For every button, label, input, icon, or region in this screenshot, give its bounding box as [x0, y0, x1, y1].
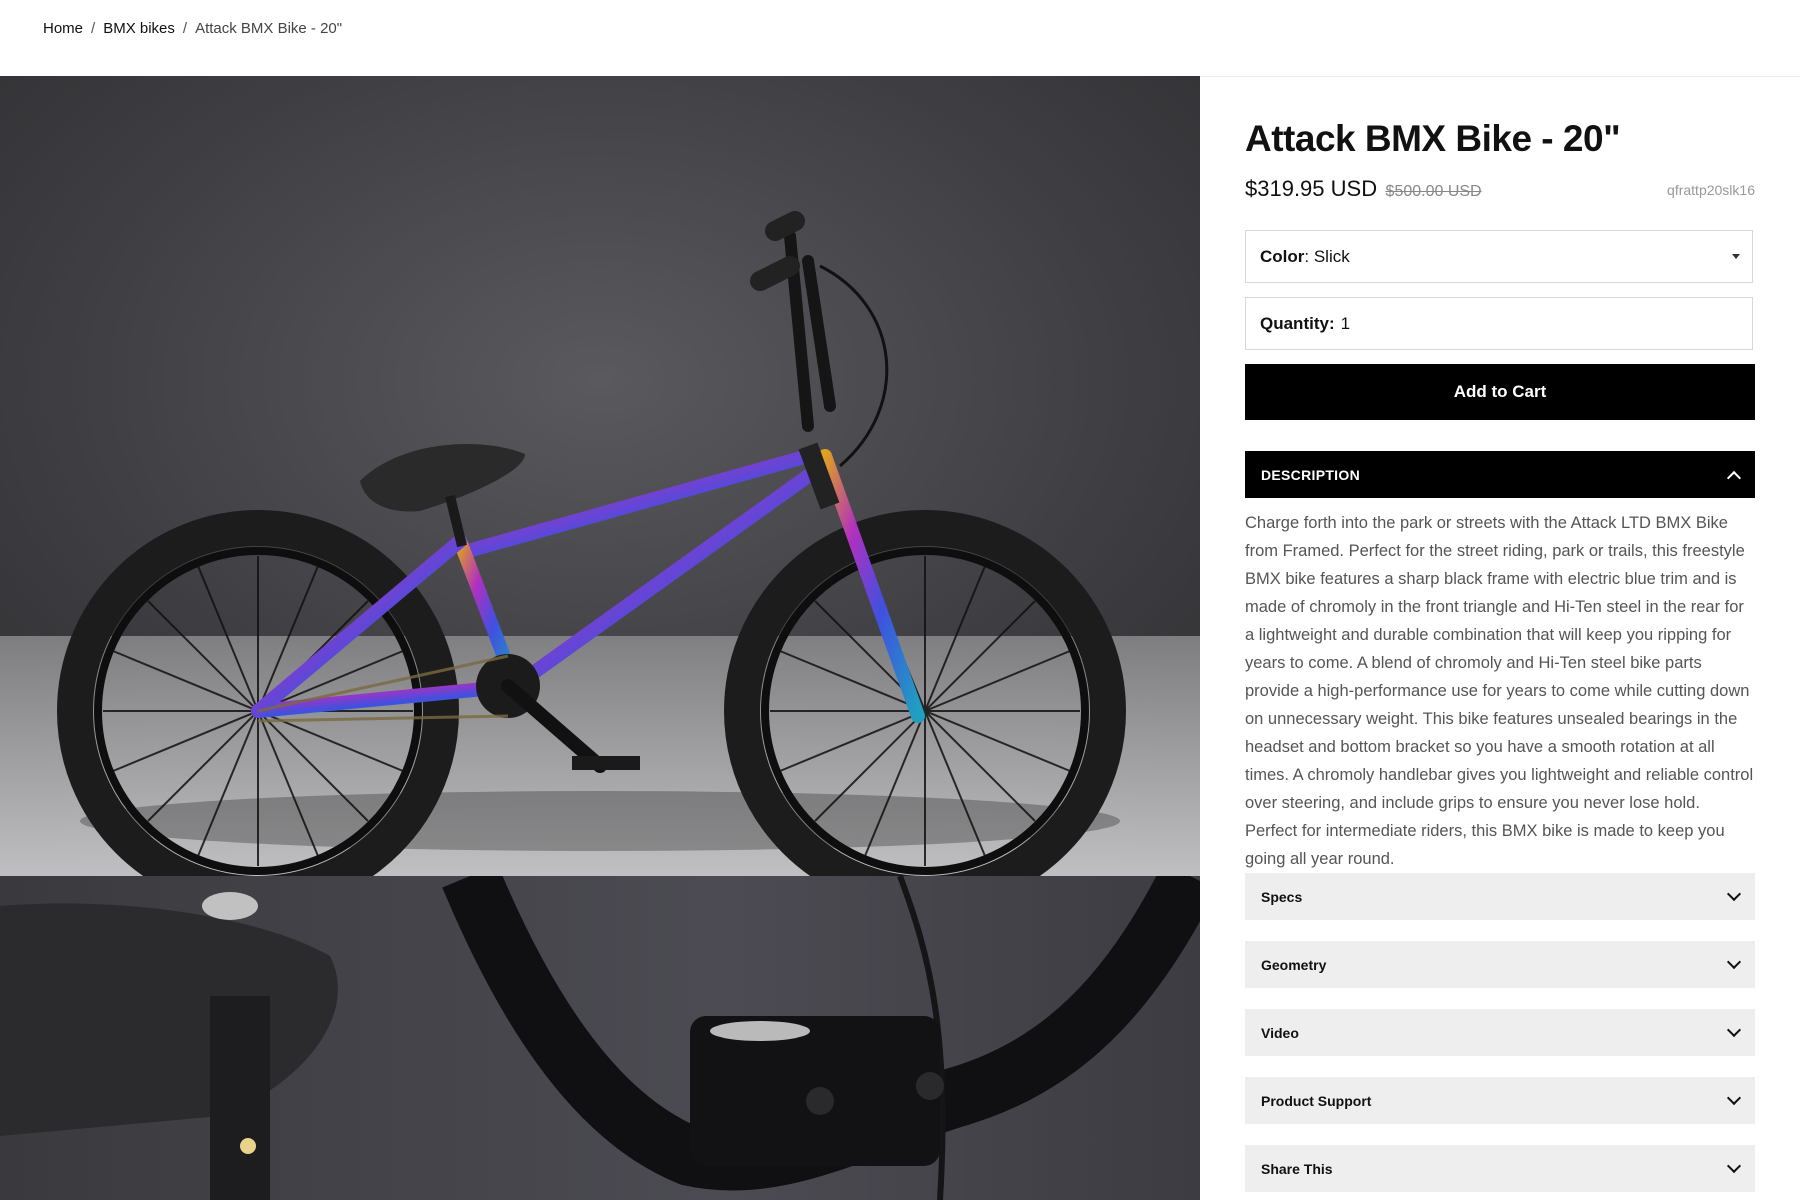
breadcrumb-home-link[interactable]: Home	[43, 20, 83, 37]
breadcrumb-separator: /	[182, 19, 188, 37]
product-image-detail[interactable]	[0, 876, 1200, 1200]
breadcrumb-bmx-bikes-link[interactable]: BMX bikes	[103, 20, 175, 37]
sale-price: $319.95 USD	[1245, 176, 1378, 201]
accordion-video-title: Video	[1261, 1024, 1299, 1041]
accordion-product-support-title: Product Support	[1261, 1092, 1372, 1109]
color-select-colon: :	[1304, 246, 1314, 266]
accordion-specs[interactable]: Specs	[1245, 873, 1755, 920]
chevron-down-icon	[1726, 1090, 1742, 1105]
caret-down-icon	[1732, 254, 1740, 259]
compare-price: $500.00 USD	[1385, 183, 1482, 200]
product-image-main[interactable]	[0, 76, 1200, 876]
quantity-label: Quantity:	[1260, 313, 1335, 333]
description-text: Charge forth into the park or streets wi…	[1245, 514, 1754, 868]
quantity-value[interactable]: 1	[1341, 314, 1350, 334]
chevron-down-icon	[1726, 1158, 1742, 1173]
accordion-share-this-title: Share This	[1261, 1160, 1333, 1177]
chevron-down-icon	[1726, 954, 1742, 969]
color-select-label: Color	[1260, 246, 1305, 266]
accordion-geometry-title: Geometry	[1261, 956, 1327, 973]
breadcrumb: Home / BMX bikes / Attack BMX Bike - 20"	[43, 18, 342, 38]
color-select[interactable]: Color: Slick	[1245, 230, 1753, 283]
accordion-description-header[interactable]: DESCRIPTION	[1245, 451, 1755, 498]
price-row: $319.95 USD $500.00 USD qfrattp20slk16	[1245, 176, 1755, 206]
quantity-field[interactable]: Quantity: 1	[1245, 297, 1753, 350]
product-title: Attack BMX Bike - 20"	[1245, 118, 1621, 159]
accordion-specs-title: Specs	[1261, 888, 1303, 905]
accordion-product-support[interactable]: Product Support	[1245, 1077, 1755, 1124]
color-select-value: Slick	[1313, 246, 1350, 266]
chevron-down-icon	[1726, 886, 1742, 901]
breadcrumb-current: Attack BMX Bike - 20"	[195, 19, 343, 37]
product-sku: qfrattp20slk16	[1667, 182, 1755, 198]
chevron-down-icon	[1726, 1022, 1742, 1037]
accordion-geometry[interactable]: Geometry	[1245, 941, 1755, 988]
accordion-description-title: DESCRIPTION	[1261, 466, 1360, 483]
chevron-up-icon	[1726, 470, 1742, 485]
accordion-share-this[interactable]: Share This	[1245, 1145, 1755, 1192]
accordion-video[interactable]: Video	[1245, 1009, 1755, 1056]
add-to-cart-button[interactable]: Add to Cart	[1245, 364, 1755, 420]
product-gallery	[0, 76, 1200, 1200]
breadcrumb-separator: /	[91, 19, 96, 37]
